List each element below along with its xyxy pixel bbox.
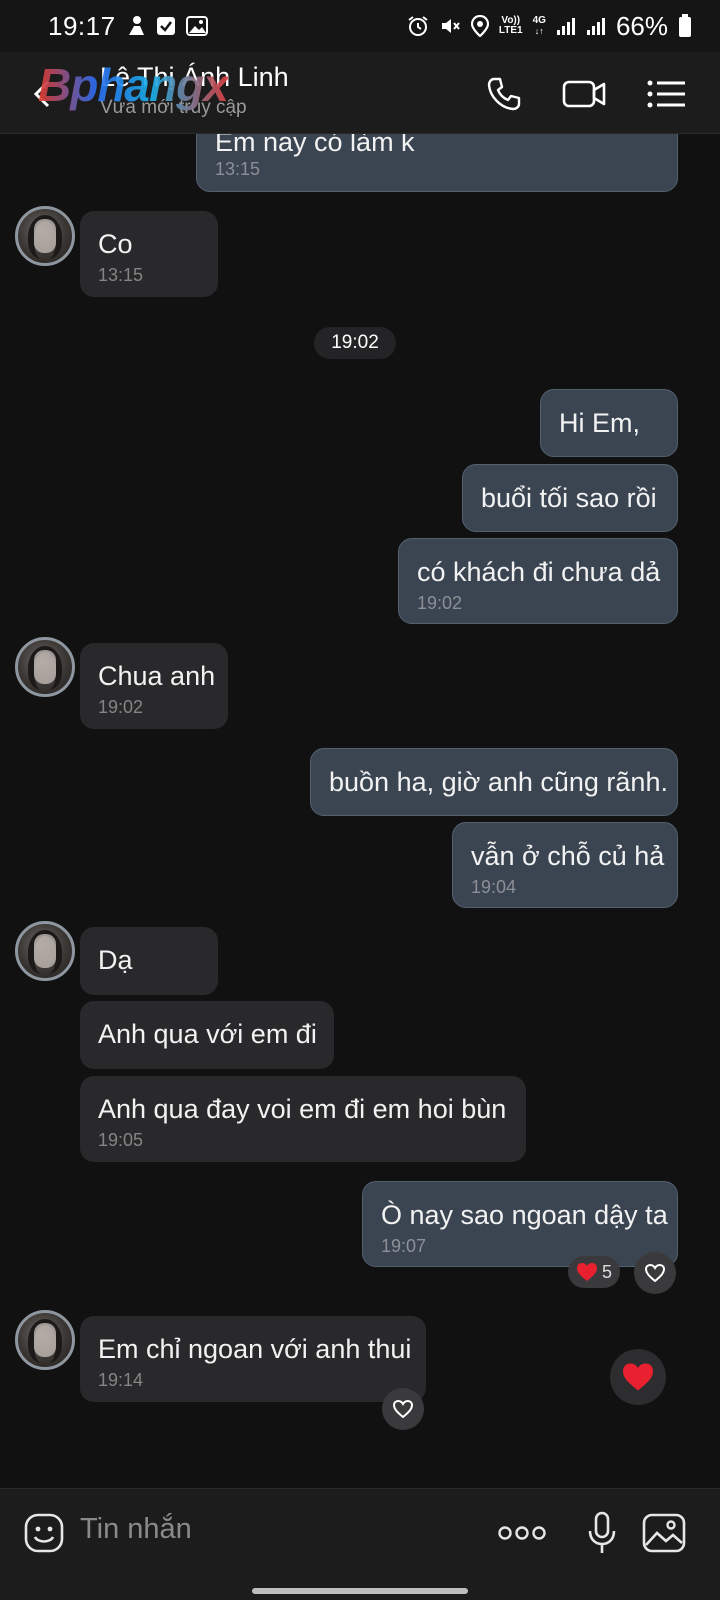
avatar[interactable] (15, 921, 75, 981)
emoji-button[interactable] (20, 1509, 68, 1557)
list-menu-icon (647, 80, 685, 108)
message-bubble-out[interactable]: có khách đi chưa dả 19:02 (398, 538, 678, 624)
message-time: 19:05 (98, 1130, 144, 1150)
mute-icon (439, 15, 461, 37)
message-bubble-out[interactable]: buồn ha, giờ anh cũng rãnh. (310, 748, 678, 816)
message-time: 13:15 (98, 265, 144, 285)
battery-percent: 66% (615, 10, 668, 41)
date-separator: 19:02 (314, 327, 396, 359)
message-time: 13:15 (215, 159, 261, 179)
message-text: Em chỉ ngoan với anh thui (98, 1334, 412, 1364)
video-camera-icon (562, 80, 606, 108)
message-text: Chua anh (98, 661, 216, 691)
message-text: Dạ (98, 945, 133, 975)
phone-icon (487, 77, 521, 111)
message-bubble-in[interactable]: Chua anh 19:02 (80, 643, 228, 729)
message-text: buổi tối sao rồi (481, 483, 657, 513)
image-button[interactable] (640, 1509, 688, 1557)
more-options-button[interactable] (494, 1509, 550, 1557)
sticker-icon (24, 1513, 64, 1553)
signal-icon-1 (556, 16, 576, 36)
signal-icon-2 (586, 16, 606, 36)
alarm-icon (407, 15, 429, 37)
navigation-area (0, 1576, 720, 1600)
message-text: buồn ha, giờ anh cũng rãnh. (329, 767, 668, 797)
reaction-count-chip[interactable]: 5 (568, 1256, 621, 1288)
message-input[interactable]: Tin nhắn (80, 1513, 192, 1546)
message-time: 19:14 (98, 1370, 144, 1390)
react-button[interactable] (634, 1252, 676, 1294)
message-time: 19:07 (381, 1236, 427, 1256)
message-text: vẫn ở chỗ củ hả (471, 841, 665, 871)
avatar[interactable] (15, 206, 75, 266)
avatar[interactable] (15, 637, 75, 697)
menu-button[interactable] (644, 72, 688, 116)
message-bubble-in[interactable]: Em chỉ ngoan với anh thui 19:14 (80, 1316, 426, 1402)
message-time: 19:04 (471, 877, 517, 897)
chat-area[interactable]: Em nay có làm k 13:15 Co 13:15 19:02 Hi … (0, 134, 720, 1488)
message-text: Em nay có làm k (215, 134, 415, 157)
message-text: Anh qua với em đi (98, 1019, 317, 1049)
video-call-button[interactable] (560, 72, 608, 116)
4g-label: 4G (532, 15, 546, 26)
message-text: Co (98, 229, 133, 259)
quick-heart-button[interactable] (610, 1349, 666, 1405)
message-bubble-in[interactable]: Co 13:15 (80, 211, 218, 297)
call-button[interactable] (482, 72, 526, 116)
more-dots-icon (498, 1526, 546, 1540)
volte-icon: Vo)) LTE1 (499, 16, 523, 36)
message-bubble-out[interactable]: vẫn ở chỗ củ hả 19:04 (452, 822, 678, 908)
react-button[interactable] (382, 1388, 424, 1430)
heart-outline-icon (644, 1263, 666, 1283)
microphone-icon (588, 1511, 616, 1553)
checkbox-icon (156, 16, 176, 36)
location-icon (470, 15, 489, 37)
status-bar: 19:17 Vo)) LTE1 4G ↓↑ 66% (0, 0, 720, 52)
message-text: Hi Em, (559, 408, 640, 438)
message-text: Ò nay sao ngoan dậy ta (381, 1200, 668, 1230)
battery-icon (678, 14, 692, 38)
heart-icon (623, 1363, 653, 1391)
message-input-bar: Tin nhắn (0, 1488, 720, 1576)
message-bubble-out[interactable]: Hi Em, (540, 389, 678, 457)
status-time: 19:17 (48, 10, 116, 41)
message-bubble-out[interactable]: Ò nay sao ngoan dậy ta 19:07 (362, 1181, 678, 1267)
message-bubble-out[interactable]: buổi tối sao rồi (462, 464, 678, 532)
message-bubble-in[interactable]: Dạ (80, 927, 218, 995)
home-indicator[interactable] (252, 1588, 468, 1594)
watermark-logo: Bphangx (38, 59, 229, 111)
avatar[interactable] (15, 1310, 75, 1370)
heart-outline-icon (392, 1399, 414, 1419)
gallery-icon (185, 16, 208, 36)
message-text: Anh qua đay voi em đi em hoi bùn (98, 1094, 507, 1124)
message-bubble-in[interactable]: Anh qua đay voi em đi em hoi bùn 19:05 (80, 1076, 526, 1162)
heart-icon (577, 1263, 597, 1281)
voice-button[interactable] (578, 1509, 626, 1557)
image-icon (642, 1513, 686, 1553)
message-time: 19:02 (417, 593, 463, 613)
message-text: có khách đi chưa dả (417, 557, 661, 587)
message-time: 19:02 (98, 697, 144, 717)
reaction-count: 5 (602, 1261, 613, 1282)
message-bubble-in[interactable]: Anh qua với em đi (80, 1001, 334, 1069)
notification-person-icon (126, 15, 146, 37)
message-bubble-out[interactable]: Em nay có làm k 13:15 (196, 134, 678, 192)
volte-bottom-label: LTE1 (498, 25, 523, 36)
4g-icon: 4G ↓↑ (532, 15, 546, 37)
chat-header: Lê Thị Ánh Linh Vừa mới truy cập Bphangx (0, 52, 720, 134)
